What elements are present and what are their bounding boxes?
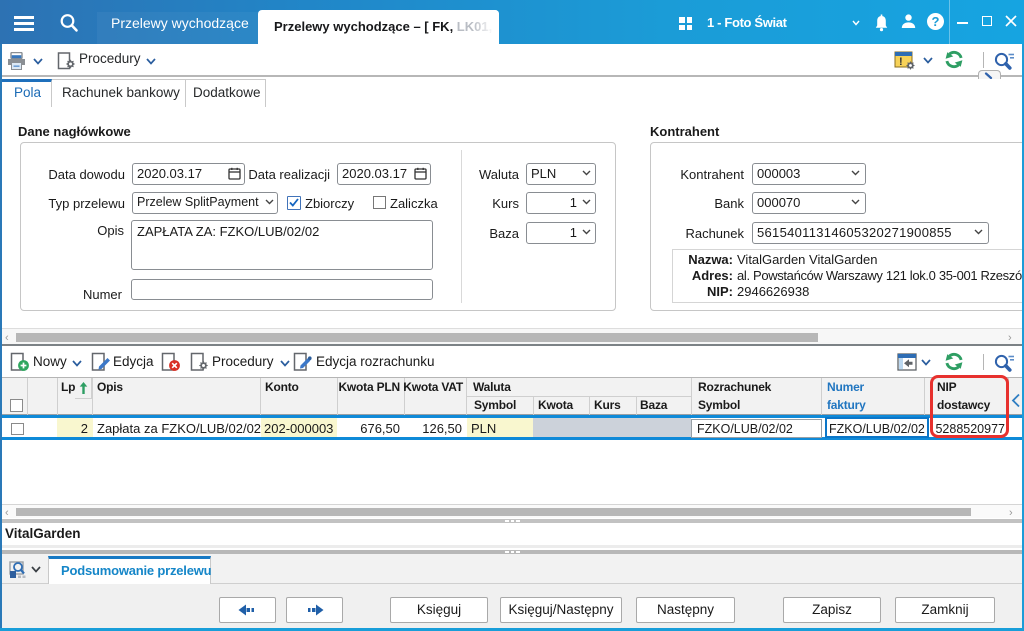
svg-text:!: ! [899,56,903,68]
